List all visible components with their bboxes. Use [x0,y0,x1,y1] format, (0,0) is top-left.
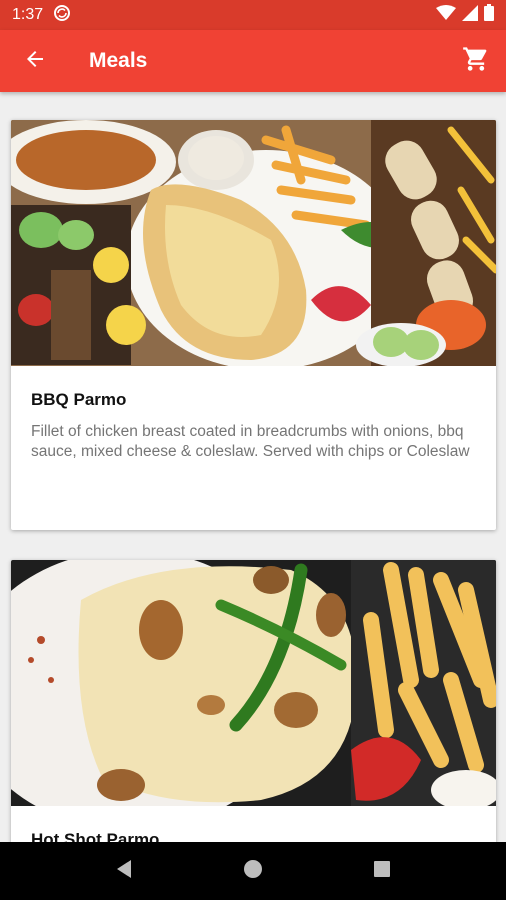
meals-list[interactable]: BBQ Parmo Fillet of chicken breast coate… [0,92,506,842]
meal-image [11,560,496,806]
cart-button[interactable] [446,30,506,92]
shopping-cart-icon [462,45,490,78]
meal-description: Fillet of chicken breast coated in bread… [31,423,470,460]
app-bar: Meals [0,30,506,92]
back-triangle-icon [115,859,133,884]
page-title: Meals [89,49,148,72]
system-recents-button[interactable] [352,842,412,900]
sync-blocked-icon [53,4,71,27]
battery-icon [484,4,494,26]
meal-title: Hot Shot Parmo [31,830,160,842]
recents-square-icon [373,860,391,883]
system-nav-bar [0,842,506,900]
system-home-button[interactable] [223,842,283,900]
meal-card[interactable]: BBQ Parmo Fillet of chicken breast coate… [11,120,496,530]
wifi-icon [436,4,456,26]
back-button[interactable] [0,30,70,92]
meal-card[interactable]: Hot Shot Parmo [11,560,496,842]
system-back-button[interactable] [94,842,154,900]
signal-icon [462,4,478,26]
status-time: 1:37 [12,6,44,23]
arrow-back-icon [23,47,47,76]
home-circle-icon [243,859,263,884]
status-bar: 1:37 [0,0,506,30]
meal-title: BBQ Parmo [31,390,127,409]
meal-image [11,120,496,366]
